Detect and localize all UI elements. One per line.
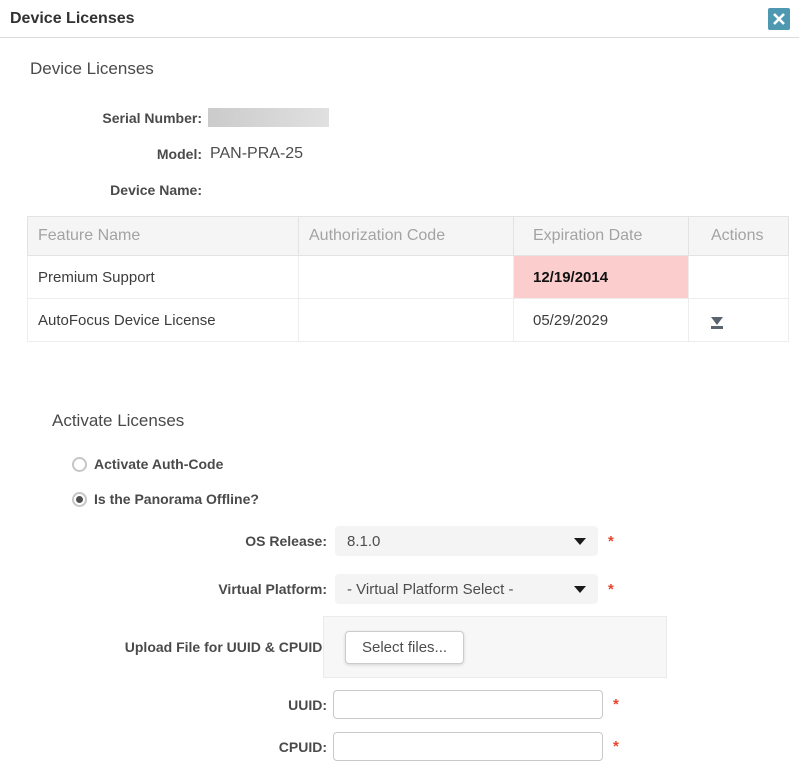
column-header-feature-name: Feature Name <box>28 217 299 256</box>
virtual-platform-row: Virtual Platform: - Virtual Platform Sel… <box>0 574 799 604</box>
upload-dropzone[interactable]: Select files... <box>323 616 667 678</box>
os-release-dropdown[interactable]: 8.1.0 <box>335 526 598 556</box>
radio-button-unselected[interactable] <box>72 457 87 472</box>
model-value: PAN-PRA-25 <box>210 145 303 163</box>
feature-name-cell: AutoFocus Device License <box>28 299 299 342</box>
upload-file-label: Upload File for UUID & CPUID: <box>0 639 327 655</box>
virtual-platform-label: Virtual Platform: <box>0 581 327 597</box>
actions-cell <box>689 256 789 299</box>
authorization-code-cell <box>299 256 514 299</box>
license-table: Feature Name Authorization Code Expirati… <box>27 216 789 342</box>
table-row: Premium Support 12/19/2014 <box>28 256 789 299</box>
cpuid-field[interactable] <box>333 732 603 761</box>
virtual-platform-selected-value: - Virtual Platform Select - <box>347 581 513 598</box>
table-row: AutoFocus Device License 05/29/2029 <box>28 299 789 342</box>
select-files-button[interactable]: Select files... <box>345 631 464 664</box>
dialog-titlebar: Device Licenses <box>0 0 799 38</box>
activate-licenses-heading: Activate Licenses <box>52 411 799 431</box>
column-header-actions: Actions <box>689 217 789 256</box>
os-release-label: OS Release: <box>0 533 327 549</box>
upload-file-row: Upload File for UUID & CPUID: Select fil… <box>0 616 799 678</box>
activate-license-form: OS Release: 8.1.0 * Virtual Platform: - … <box>0 526 799 761</box>
serial-number-redacted-value <box>208 108 329 127</box>
radio-label: Is the Panorama Offline? <box>94 491 259 507</box>
device-licenses-heading: Device Licenses <box>30 59 799 79</box>
actions-cell <box>689 299 789 342</box>
model-label: Model: <box>0 146 202 162</box>
device-name-label: Device Name: <box>0 182 202 198</box>
cpuid-row: CPUID: * <box>0 732 799 761</box>
close-button[interactable] <box>768 8 790 30</box>
os-release-selected-value: 8.1.0 <box>347 533 380 550</box>
radio-activate-auth-code[interactable]: Activate Auth-Code <box>72 456 799 472</box>
device-info-block: Serial Number: Model: PAN-PRA-25 Device … <box>0 108 799 199</box>
activation-mode-radios: Activate Auth-Code Is the Panorama Offli… <box>0 456 799 507</box>
serial-number-row: Serial Number: <box>0 108 799 127</box>
chevron-down-icon <box>574 586 586 593</box>
required-asterisk: * <box>613 738 619 755</box>
required-asterisk: * <box>608 533 614 550</box>
uuid-row: UUID: * <box>0 690 799 719</box>
chevron-down-icon <box>574 538 586 545</box>
model-row: Model: PAN-PRA-25 <box>0 144 799 163</box>
download-icon[interactable] <box>711 317 723 329</box>
expiration-date-cell-expired: 12/19/2014 <box>514 256 689 299</box>
serial-number-label: Serial Number: <box>0 110 202 126</box>
radio-label: Activate Auth-Code <box>94 456 223 472</box>
device-licenses-dialog: Device Licenses Device Licenses Serial N… <box>0 0 799 761</box>
close-icon <box>772 12 786 26</box>
cpuid-label: CPUID: <box>0 739 327 755</box>
download-icon-triangle <box>711 317 723 325</box>
download-icon-bar <box>711 326 723 329</box>
device-name-row: Device Name: <box>0 180 799 199</box>
required-asterisk: * <box>608 581 614 598</box>
os-release-row: OS Release: 8.1.0 * <box>0 526 799 556</box>
radio-button-selected[interactable] <box>72 492 87 507</box>
dialog-title: Device Licenses <box>10 10 135 28</box>
uuid-label: UUID: <box>0 697 327 713</box>
radio-panorama-offline[interactable]: Is the Panorama Offline? <box>72 491 799 507</box>
expiration-date-cell: 05/29/2029 <box>514 299 689 342</box>
uuid-field[interactable] <box>333 690 603 719</box>
virtual-platform-dropdown[interactable]: - Virtual Platform Select - <box>335 574 598 604</box>
column-header-authorization-code: Authorization Code <box>299 217 514 256</box>
feature-name-cell: Premium Support <box>28 256 299 299</box>
authorization-code-cell <box>299 299 514 342</box>
required-asterisk: * <box>613 696 619 713</box>
column-header-expiration-date: Expiration Date <box>514 217 689 256</box>
license-table-header-row: Feature Name Authorization Code Expirati… <box>28 217 789 256</box>
